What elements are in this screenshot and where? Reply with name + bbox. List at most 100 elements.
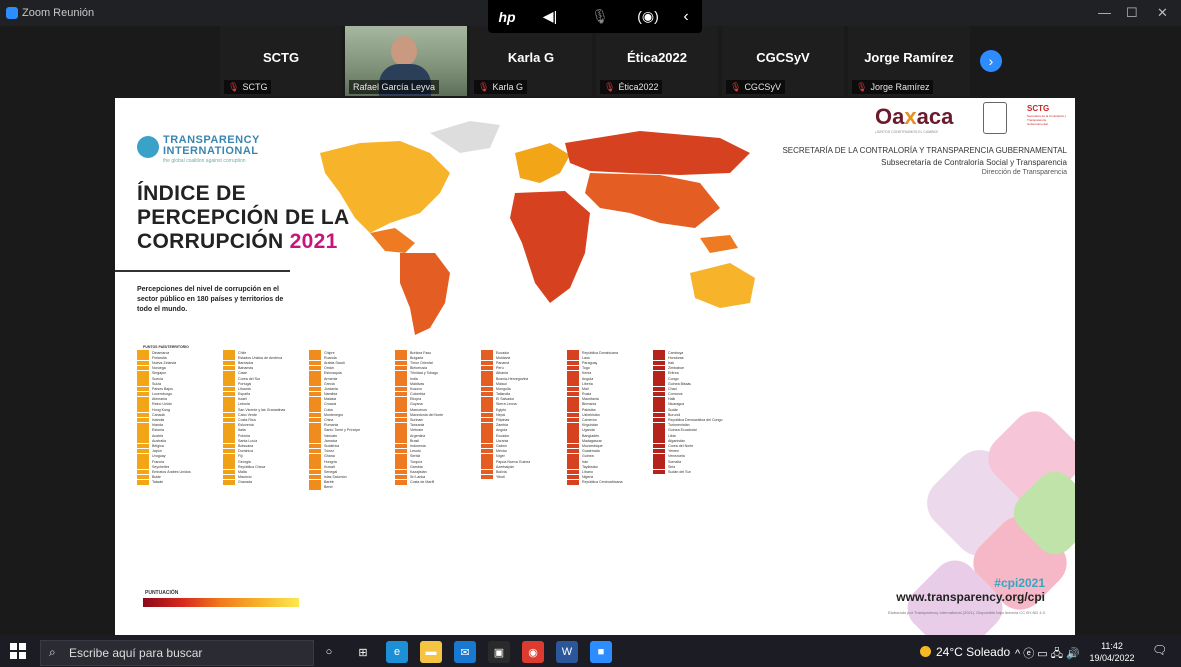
microphone-icon[interactable]: 🎙 (586, 0, 614, 33)
score-swatch (223, 391, 235, 397)
minimize-button[interactable]: — (1098, 5, 1111, 20)
country-name: Corea del Norte (668, 443, 694, 448)
score-swatch (137, 438, 149, 444)
close-button[interactable]: ✕ (1157, 5, 1168, 21)
country-name: Turquía (410, 459, 423, 464)
country-name: Portugal (238, 381, 252, 386)
map-europe (515, 143, 570, 183)
country-name: Kirguistán (582, 423, 598, 428)
score-swatch (481, 350, 493, 355)
speaker-icon[interactable]: ◀︎| (536, 0, 564, 33)
mail-icon[interactable]: ✉ (454, 641, 476, 663)
header-direccion: Dirección de Transparencia (981, 169, 1067, 176)
country-name: Serbia (410, 454, 421, 459)
score-swatch (567, 464, 579, 470)
score-swatch (395, 350, 407, 355)
participant-tile[interactable]: Karla G 🎙 Karla G (470, 26, 592, 96)
score-swatch (223, 386, 235, 392)
country-name: Zimbabue (668, 366, 684, 371)
task-view-icon[interactable]: ⊞ (352, 641, 374, 663)
score-swatch (567, 459, 579, 464)
score-swatch (309, 417, 321, 423)
zoom-icon[interactable]: ■ (590, 641, 612, 663)
country-name: Uruguay (152, 454, 166, 459)
country-name: Corea del Sur (238, 376, 261, 381)
map-indonesia (700, 235, 738, 253)
file-explorer-icon[interactable]: ▬ (420, 641, 442, 663)
score-swatch (653, 376, 665, 381)
score-swatch (567, 422, 579, 428)
cortana-icon[interactable]: ○ (318, 641, 340, 663)
country-name: Costa Rica (238, 418, 256, 423)
country-name: Irán (582, 459, 589, 464)
notifications-icon[interactable]: 🗨 (1152, 643, 1167, 657)
country-name: Marruecos (410, 407, 427, 412)
chrome-icon[interactable]: ◉ (522, 641, 544, 663)
country-name: Namibia (324, 392, 338, 397)
score-swatch (395, 371, 407, 376)
score-swatch (395, 396, 407, 402)
score-swatch (653, 371, 665, 376)
participant-tile[interactable]: Ética2022 🎙 Ética2022 (596, 26, 718, 96)
country-name: Rumania (324, 423, 339, 428)
clock-time: 11:42 (1101, 641, 1123, 651)
country-name: Lesoto (410, 449, 421, 454)
score-swatch (481, 443, 493, 449)
system-tray[interactable]: ^ ⓔ ▭ 🖧 🔊 (1015, 645, 1080, 664)
map-russia (565, 131, 750, 175)
country-name: Malí (582, 386, 589, 391)
score-swatch (653, 402, 665, 407)
score-swatch (481, 469, 493, 475)
country-name: Dinamarca (152, 350, 170, 355)
participant-tile-video[interactable]: Rafael García Leyva (345, 26, 467, 96)
country-name: Baréin (324, 480, 335, 485)
next-page-icon[interactable]: › (980, 50, 1002, 72)
taskbar-search-box[interactable]: ⌕ Escribe aquí para buscar (40, 640, 314, 666)
country-name: Turkmenistán (668, 423, 690, 428)
country-name: Togo (582, 366, 590, 371)
score-swatch (223, 474, 235, 480)
edge-icon[interactable]: e (386, 641, 408, 663)
score-swatch (137, 360, 149, 366)
score-swatch (395, 454, 407, 459)
country-name: Granada (238, 480, 252, 485)
country-name: Colombia (410, 392, 426, 397)
broadcast-icon[interactable]: (◉) (634, 0, 662, 33)
score-swatch (567, 365, 579, 371)
score-swatch (653, 350, 665, 355)
country-name: Malaui (496, 381, 507, 386)
score-swatch (481, 417, 493, 423)
country-name: Nueva Zelanda (152, 360, 177, 365)
weather-widget[interactable]: 24°C Soleado (920, 645, 1010, 659)
taskbar-clock[interactable]: 11:42 19/04/2022 (1088, 640, 1136, 664)
participant-tile[interactable]: CGCSyV 🎙 CGCSyV (722, 26, 844, 96)
participant-tile[interactable]: SCTG 🎙 SCTG (220, 26, 342, 96)
score-swatch (653, 360, 665, 366)
score-swatch (223, 365, 235, 371)
country-name: Kenia (582, 371, 592, 376)
participant-tile[interactable]: Jorge Ramírez 🎙 Jorge Ramírez (848, 26, 970, 96)
score-swatch (223, 350, 235, 355)
windows-start-icon[interactable] (10, 643, 26, 659)
participant-name: CGCSyV (756, 50, 810, 65)
country-name: San Vicente y las Granadinas (238, 407, 286, 412)
score-swatch (567, 454, 579, 459)
maximize-button[interactable]: ☐ (1126, 5, 1138, 21)
country-name: Uzbekistán (582, 412, 600, 417)
score-swatch (309, 371, 321, 376)
country-name: Laos (582, 355, 590, 360)
score-swatch (223, 464, 235, 470)
country-name: Uganda (582, 428, 595, 433)
score-swatch (481, 422, 493, 428)
country-name: Sri Lanka (410, 475, 426, 480)
score-swatch (567, 407, 579, 412)
country-name: Francia (152, 459, 164, 464)
country-name: Islandia (152, 418, 165, 423)
country-name: Costa de Marfil (410, 480, 435, 485)
score-swatch (309, 391, 321, 397)
table-legend-title: PUNTOS PAÍS/TERRITORIO (143, 345, 189, 349)
store-icon[interactable]: ▣ (488, 641, 510, 663)
word-icon[interactable]: W (556, 641, 578, 663)
back-icon[interactable]: ‹ (674, 0, 698, 33)
score-swatch (567, 371, 579, 376)
